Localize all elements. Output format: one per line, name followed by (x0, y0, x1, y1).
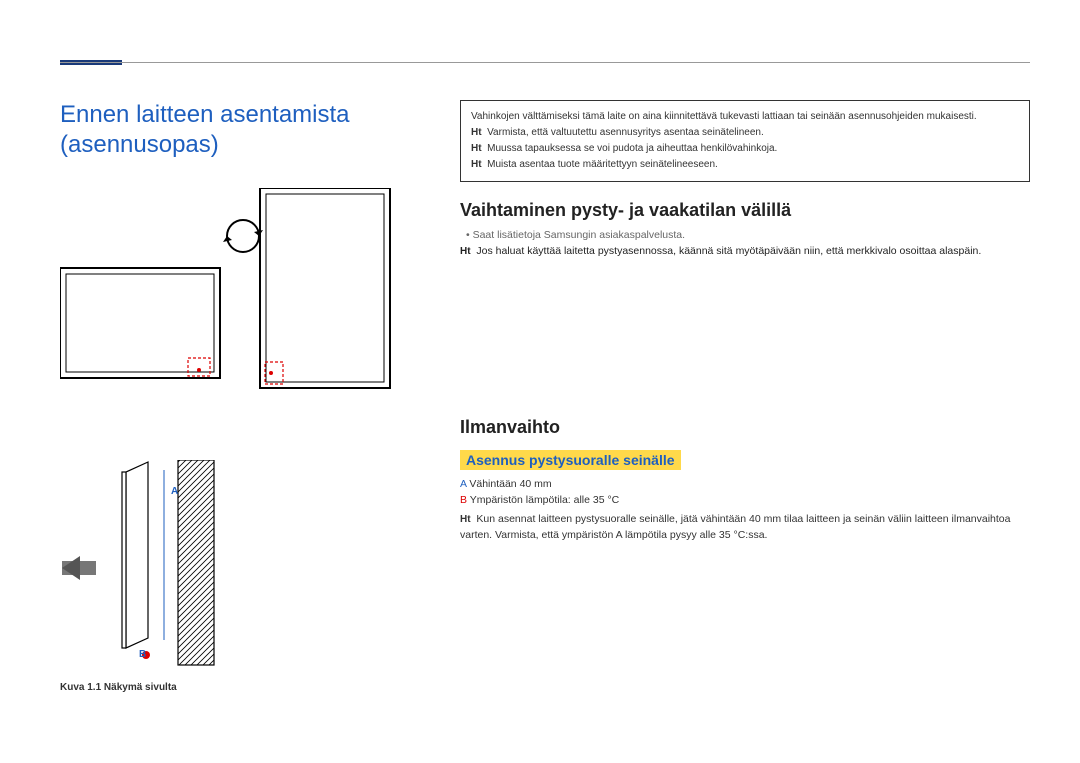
side-view-diagram: A B (60, 460, 270, 675)
page-title-line1: Ennen laitteen asentamista (60, 101, 350, 128)
page-title: Ennen laitteen asentamista (asennusopas) (60, 100, 440, 160)
spec-b: B Ympäristön lämpötila: alle 35 °C (460, 494, 1030, 506)
hint-icon: Ht (471, 159, 482, 170)
warning-info-box: Vahinkojen välttämiseksi tämä laite on a… (460, 100, 1030, 182)
diagram-label-a: A (171, 486, 178, 497)
section-switching-title: Vaihtaminen pysty- ja vaakatilan välillä (460, 200, 1030, 221)
info-line-4: Ht Muista asentaa tuote määritettyyn sei… (471, 157, 1019, 173)
diagram-label-b: B (139, 649, 146, 660)
top-rule (60, 62, 1030, 63)
info-line-2: Ht Varmista, että valtuutettu asennusyri… (471, 125, 1019, 141)
ventilation-subheading: Asennus pystysuoralle seinälle (460, 450, 681, 470)
hint-icon: Ht (471, 127, 482, 138)
spec-a: A Vähintään 40 mm (460, 478, 1030, 490)
info-line-3: Ht Muussa tapauksessa se voi pudota ja a… (471, 141, 1019, 157)
page-title-line2: (asennusopas) (60, 131, 219, 158)
hint-icon: Ht (471, 143, 482, 154)
info-line-1: Vahinkojen välttämiseksi tämä laite on a… (471, 109, 1019, 125)
hint-icon: Ht (460, 246, 471, 257)
hint-icon: Ht (460, 514, 471, 525)
right-column: Vahinkojen välttämiseksi tämä laite on a… (440, 100, 1030, 544)
section1-bullet: • Saat lisätietoja Samsungin asiakaspalv… (466, 229, 1030, 241)
orientation-diagram (60, 188, 440, 408)
section1-hint: Ht Jos haluat käyttää laitetta pystyasen… (460, 245, 1030, 257)
figure-caption: Kuva 1.1 Näkymä sivulta (60, 682, 177, 693)
spec-b-label: B (460, 494, 467, 506)
ventilation-hint: Ht Kun asennat laitteen pystysuoralle se… (460, 512, 1030, 544)
section-ventilation-title: Ilmanvaihto (460, 417, 1030, 438)
